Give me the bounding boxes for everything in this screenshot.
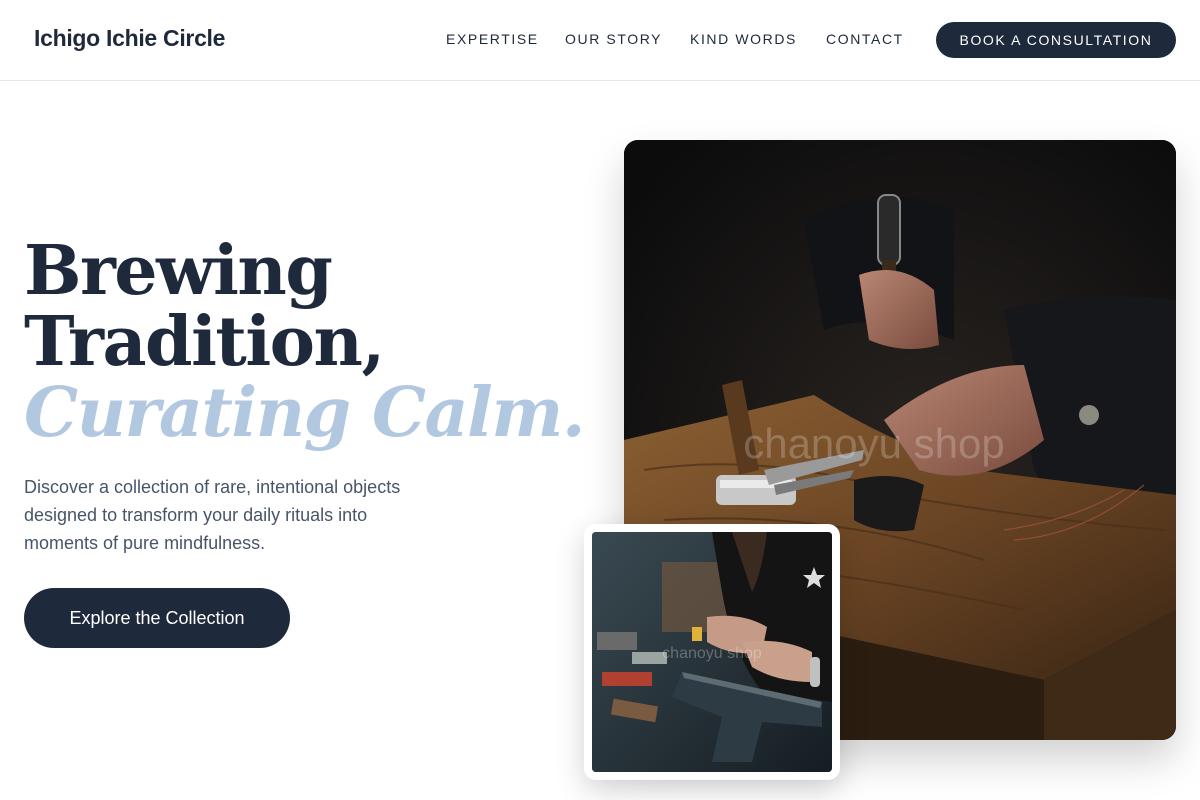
hero-inset-image: chanoyu shop [592, 532, 832, 772]
jeweler-anvil-photo: chanoyu shop [592, 532, 832, 772]
hero-title-accent: Curating Calm. [24, 373, 586, 453]
hero-inset-card: chanoyu shop [584, 524, 840, 780]
nav-link-expertise[interactable]: EXPERTISE [446, 31, 539, 47]
hero-subtitle: Discover a collection of rare, intention… [24, 477, 401, 553]
nav-link-our-story[interactable]: OUR STORY [565, 31, 662, 47]
nav-link-kind-words[interactable]: KIND WORDS [690, 31, 797, 47]
site-header: Ichigo Ichie Circle EXPERTISE OUR STORY … [0, 0, 1200, 81]
main-image-watermark: chanoyu shop [743, 420, 1005, 467]
brand-logo[interactable]: Ichigo Ichie Circle [34, 25, 225, 52]
hero-title: Brewing Tradition, Curating Calm. [24, 231, 586, 453]
hero-title-line-1: Brewing [24, 231, 333, 311]
inset-image-watermark: chanoyu shop [662, 645, 762, 662]
nav-link-contact[interactable]: CONTACT [826, 31, 904, 47]
explore-collection-button[interactable]: Explore the Collection [24, 588, 290, 648]
hero-title-line-2: Tradition, [24, 302, 385, 382]
book-consultation-button[interactable]: BOOK A CONSULTATION [936, 22, 1176, 58]
